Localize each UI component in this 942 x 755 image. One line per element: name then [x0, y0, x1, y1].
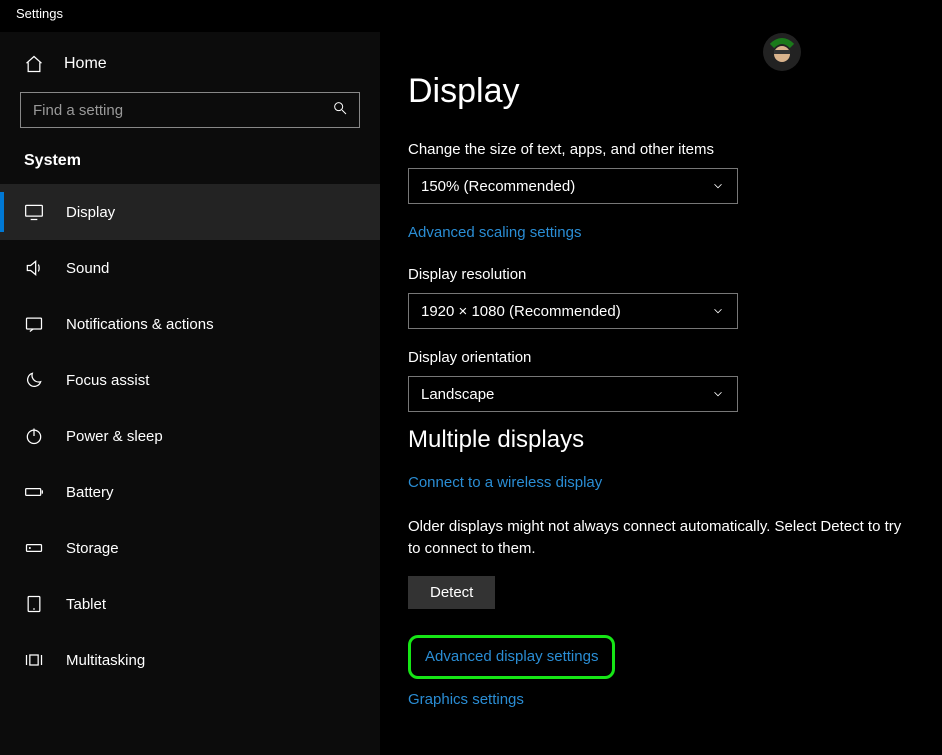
- sidebar-item-battery[interactable]: Battery: [0, 464, 380, 520]
- multitasking-icon: [24, 650, 44, 670]
- avatar: [762, 32, 802, 72]
- sound-icon: [24, 258, 44, 278]
- nav-label: Power & sleep: [66, 428, 163, 445]
- page-title: Display: [408, 72, 914, 111]
- sidebar-item-notifications[interactable]: Notifications & actions: [0, 296, 380, 352]
- section-label: System: [0, 146, 380, 184]
- sidebar-item-focus-assist[interactable]: Focus assist: [0, 352, 380, 408]
- detect-button[interactable]: Detect: [408, 576, 495, 609]
- scale-value: 150% (Recommended): [421, 178, 575, 195]
- orientation-label: Display orientation: [408, 349, 914, 366]
- advanced-display-link[interactable]: Advanced display settings: [425, 648, 598, 665]
- resolution-label: Display resolution: [408, 266, 914, 283]
- moon-icon: [24, 370, 44, 390]
- sidebar-item-storage[interactable]: Storage: [0, 520, 380, 576]
- home-icon: [24, 54, 44, 74]
- nav-label: Tablet: [66, 596, 106, 613]
- sidebar-item-sound[interactable]: Sound: [0, 240, 380, 296]
- orientation-dropdown[interactable]: Landscape: [408, 376, 738, 412]
- sidebar-item-multitasking[interactable]: Multitasking: [0, 632, 380, 688]
- multiple-displays-heading: Multiple displays: [408, 426, 914, 454]
- sidebar-item-display[interactable]: Display: [0, 184, 380, 240]
- tablet-icon: [24, 594, 44, 614]
- sidebar-item-tablet[interactable]: Tablet: [0, 576, 380, 632]
- chevron-down-icon: [711, 179, 725, 193]
- resolution-dropdown[interactable]: 1920 × 1080 (Recommended): [408, 293, 738, 329]
- chevron-down-icon: [711, 387, 725, 401]
- battery-icon: [24, 482, 44, 502]
- graphics-settings-link[interactable]: Graphics settings: [408, 691, 524, 708]
- resolution-value: 1920 × 1080 (Recommended): [421, 303, 621, 320]
- chevron-down-icon: [711, 304, 725, 318]
- nav-label: Sound: [66, 260, 109, 277]
- sidebar-item-power-sleep[interactable]: Power & sleep: [0, 408, 380, 464]
- scale-dropdown[interactable]: 150% (Recommended): [408, 168, 738, 204]
- nav-label: Display: [66, 204, 115, 221]
- home-label: Home: [64, 55, 107, 73]
- nav-label: Notifications & actions: [66, 316, 214, 333]
- window-title: Settings: [0, 0, 942, 32]
- storage-icon: [24, 538, 44, 558]
- nav-label: Focus assist: [66, 372, 149, 389]
- nav-label: Battery: [66, 484, 114, 501]
- scale-label: Change the size of text, apps, and other…: [408, 141, 914, 158]
- search-input[interactable]: [20, 92, 360, 128]
- older-displays-text: Older displays might not always connect …: [408, 516, 914, 560]
- highlight-box: Advanced display settings: [408, 635, 615, 679]
- power-icon: [24, 426, 44, 446]
- orientation-value: Landscape: [421, 386, 494, 403]
- monitor-icon: [24, 202, 44, 222]
- main-content: Display Change the size of text, apps, a…: [380, 32, 942, 755]
- advanced-scaling-link[interactable]: Advanced scaling settings: [408, 224, 581, 241]
- nav-label: Storage: [66, 540, 119, 557]
- sidebar: Home System Display Sound Notifica: [0, 32, 380, 755]
- nav-label: Multitasking: [66, 652, 145, 669]
- home-button[interactable]: Home: [0, 44, 380, 92]
- notification-icon: [24, 314, 44, 334]
- connect-wireless-link[interactable]: Connect to a wireless display: [408, 474, 602, 491]
